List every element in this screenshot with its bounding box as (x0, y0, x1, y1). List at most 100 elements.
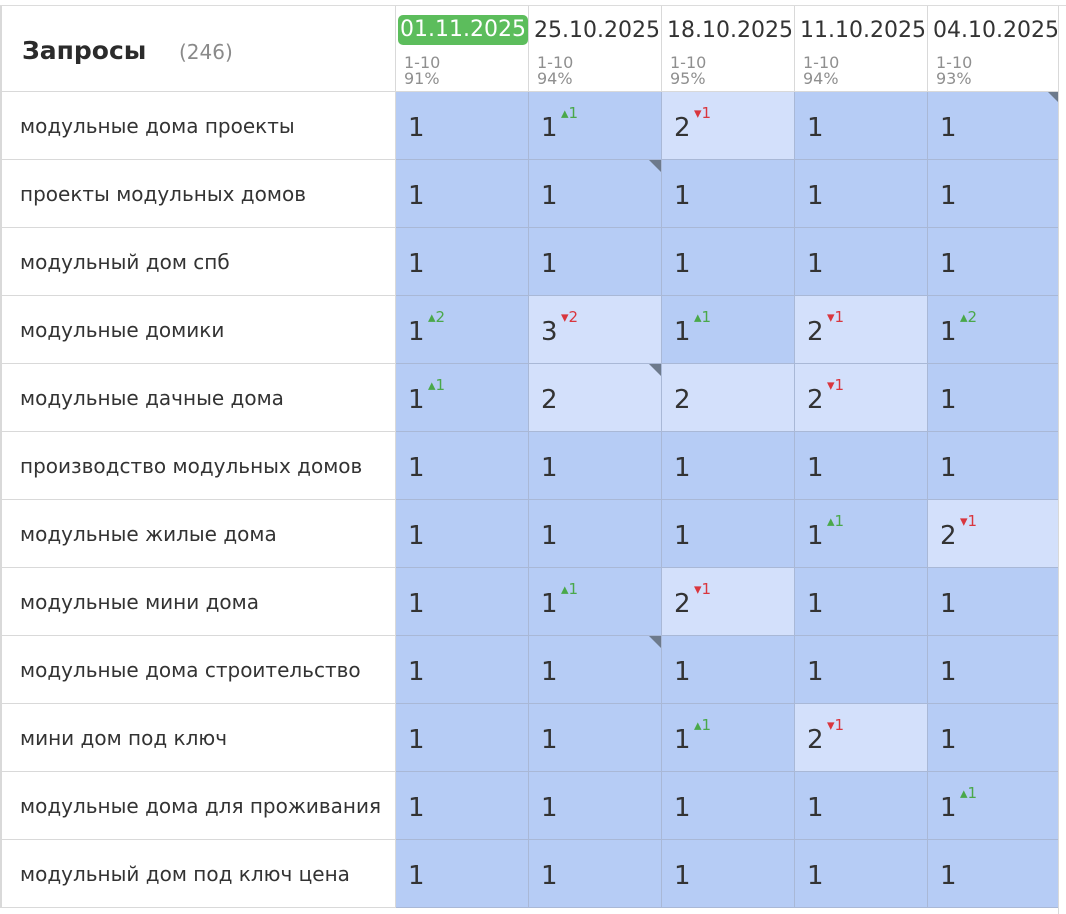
position-cell[interactable]: 1 (662, 432, 795, 500)
query-row-label[interactable]: модульные жилые дома (0, 500, 396, 568)
position-value: 2 (940, 521, 957, 551)
position-cell[interactable]: 2 ▾1 (928, 500, 1061, 568)
position-cell[interactable]: 1 (928, 92, 1061, 160)
position-cell[interactable]: 1 (396, 500, 529, 568)
position-cell[interactable]: 1 (928, 568, 1061, 636)
position-cell[interactable]: 1 (396, 228, 529, 296)
query-row-label[interactable]: проекты модульных домов (0, 160, 396, 228)
position-cell[interactable]: 1 ▴1 (662, 704, 795, 772)
position-value: 1 (541, 181, 558, 211)
date-label[interactable]: 25.10.2025 (534, 18, 660, 43)
visibility-percent: 93% (936, 69, 972, 88)
position-cell[interactable]: 1 (529, 228, 662, 296)
position-value: 1 (807, 793, 824, 823)
position-cell[interactable]: 1 (529, 500, 662, 568)
note-corner-icon[interactable] (649, 160, 661, 172)
position-value: 1 (674, 861, 691, 891)
date-column-header[interactable]: 04.10.2025 1-10 93% (928, 6, 1061, 92)
position-cell[interactable]: 1 ▴1 (529, 568, 662, 636)
note-corner-icon[interactable] (649, 636, 661, 648)
query-row-label[interactable]: модульные дома проекты (0, 92, 396, 160)
position-cell[interactable]: 2 (529, 364, 662, 432)
position-cell[interactable]: 1 (396, 840, 529, 908)
position-cell[interactable]: 1 (928, 432, 1061, 500)
position-down-delta: ▾1 (960, 512, 978, 530)
visibility-percent: 95% (670, 69, 706, 88)
position-cell[interactable]: 1 ▴1 (529, 92, 662, 160)
position-cell[interactable]: 1 (529, 772, 662, 840)
position-cell[interactable]: 1 (795, 840, 928, 908)
position-cell[interactable]: 1 (396, 432, 529, 500)
position-cell[interactable]: 2 ▾1 (795, 704, 928, 772)
position-cell[interactable]: 2 ▾1 (795, 364, 928, 432)
position-cell[interactable]: 1 (396, 568, 529, 636)
position-cell[interactable]: 1 ▴2 (396, 296, 529, 364)
position-cell[interactable]: 1 ▴2 (928, 296, 1061, 364)
date-label[interactable]: 11.10.2025 (800, 18, 926, 43)
query-row-label[interactable]: модульные мини дома (0, 568, 396, 636)
position-cell[interactable]: 2 ▾1 (795, 296, 928, 364)
position-value: 1 (408, 249, 425, 279)
query-row-label[interactable]: модульные домики (0, 296, 396, 364)
position-value: 1 (541, 725, 558, 755)
date-column-header[interactable]: 18.10.2025 1-10 95% (662, 6, 795, 92)
query-text: проекты модульных домов (20, 182, 306, 206)
position-cell[interactable]: 1 ▴1 (928, 772, 1061, 840)
position-cell[interactable]: 1 (795, 432, 928, 500)
query-row-label[interactable]: модульный дом спб (0, 228, 396, 296)
position-value: 1 (674, 181, 691, 211)
position-cell[interactable]: 1 (795, 228, 928, 296)
position-cell[interactable]: 1 ▴1 (795, 500, 928, 568)
position-cell[interactable]: 1 (928, 228, 1061, 296)
position-cell[interactable]: 1 (795, 92, 928, 160)
query-row-label[interactable]: модульные дачные дома (0, 364, 396, 432)
position-cell[interactable]: 1 (662, 636, 795, 704)
position-value: 1 (940, 385, 957, 415)
position-cell[interactable]: 1 (928, 160, 1061, 228)
query-row-label[interactable]: мини дом под ключ (0, 704, 396, 772)
query-row-label[interactable]: производство модульных домов (0, 432, 396, 500)
position-cell[interactable]: 1 (928, 364, 1061, 432)
date-column-header[interactable]: 01.11.2025 1-10 91% (396, 6, 529, 92)
date-label[interactable]: 18.10.2025 (667, 18, 793, 43)
position-cell[interactable]: 1 (795, 568, 928, 636)
position-cell[interactable]: 1 (529, 704, 662, 772)
position-cell[interactable]: 1 (928, 840, 1061, 908)
position-cell[interactable]: 1 (396, 704, 529, 772)
position-cell[interactable]: 1 (396, 160, 529, 228)
date-label[interactable]: 04.10.2025 (933, 18, 1059, 43)
note-corner-icon[interactable] (649, 364, 661, 376)
date-column-header[interactable]: 25.10.2025 1-10 94% (529, 6, 662, 92)
position-cell[interactable]: 1 (662, 772, 795, 840)
position-value: 1 (940, 861, 957, 891)
position-cell[interactable]: 3 ▾2 (529, 296, 662, 364)
position-value: 1 (408, 725, 425, 755)
position-value: 2 (807, 385, 824, 415)
query-row-label[interactable]: модульные дома для проживания (0, 772, 396, 840)
date-column-header[interactable]: 11.10.2025 1-10 94% (795, 6, 928, 92)
position-cell[interactable]: 1 (529, 840, 662, 908)
position-cell[interactable]: 1 ▴1 (396, 364, 529, 432)
active-date-label[interactable]: 01.11.2025 (398, 15, 528, 45)
position-cell[interactable]: 1 (928, 636, 1061, 704)
position-cell[interactable]: 2 ▾1 (662, 92, 795, 160)
position-cell[interactable]: 2 ▾1 (662, 568, 795, 636)
position-cell[interactable]: 1 (396, 636, 529, 704)
position-cell[interactable]: 1 (795, 160, 928, 228)
position-cell[interactable]: 1 (396, 92, 529, 160)
position-cell[interactable]: 1 ▴1 (662, 296, 795, 364)
position-cell[interactable]: 1 (928, 704, 1061, 772)
position-cell[interactable]: 1 (662, 840, 795, 908)
position-cell[interactable]: 1 (529, 636, 662, 704)
position-cell[interactable]: 1 (662, 228, 795, 296)
query-row-label[interactable]: модульные дома строительство (0, 636, 396, 704)
position-cell[interactable]: 1 (529, 432, 662, 500)
position-cell[interactable]: 1 (396, 772, 529, 840)
query-row-label[interactable]: модульный дом под ключ цена (0, 840, 396, 908)
position-cell[interactable]: 1 (662, 160, 795, 228)
position-cell[interactable]: 2 (662, 364, 795, 432)
position-cell[interactable]: 1 (795, 636, 928, 704)
position-cell[interactable]: 1 (795, 772, 928, 840)
position-cell[interactable]: 1 (662, 500, 795, 568)
position-cell[interactable]: 1 (529, 160, 662, 228)
